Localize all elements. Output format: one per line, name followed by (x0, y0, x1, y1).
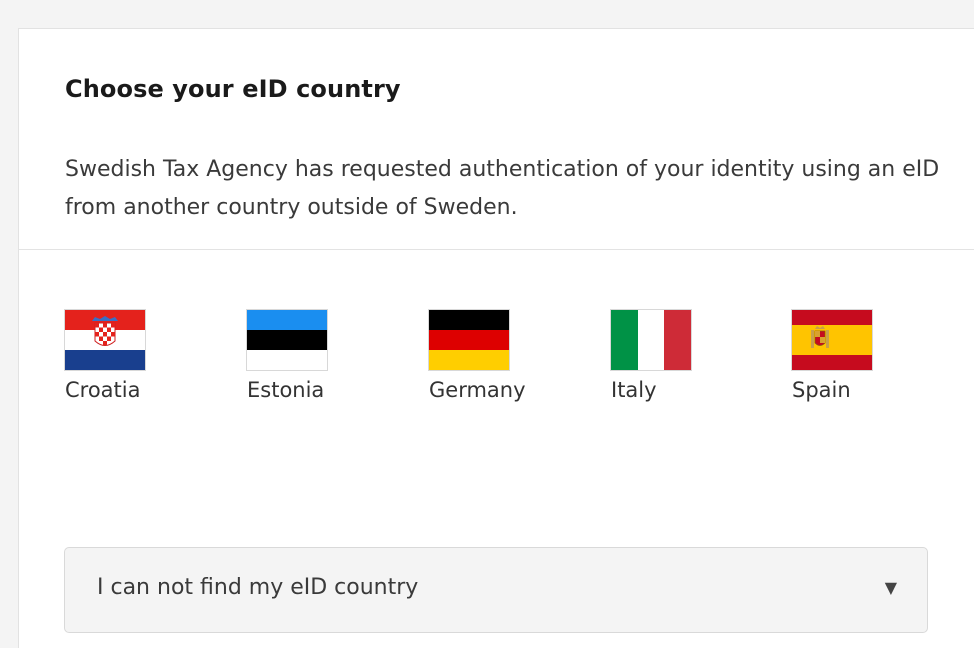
country-label: Croatia (65, 378, 141, 402)
germany-flag-icon (429, 310, 509, 370)
croatia-flag-icon (65, 310, 145, 370)
italy-flag-icon (611, 310, 691, 370)
dropdown-label: I can not find my eID country (97, 575, 419, 600)
country-label: Italy (611, 378, 657, 402)
eid-country-card: Choose your eID country Swedish Tax Agen… (18, 28, 974, 648)
country-option-croatia[interactable]: Croatia (65, 310, 145, 402)
country-option-spain[interactable]: Spain (792, 310, 872, 402)
caret-down-icon: ▼ (884, 578, 897, 597)
spain-flag-icon (792, 310, 872, 370)
cannot-find-country-dropdown[interactable]: I can not find my eID country ▼ (64, 547, 928, 633)
page-title: Choose your eID country (65, 75, 401, 103)
country-option-germany[interactable]: Germany (429, 310, 526, 402)
country-option-estonia[interactable]: Estonia (247, 310, 327, 402)
country-label: Spain (792, 378, 851, 402)
country-option-italy[interactable]: Italy (611, 310, 691, 402)
country-label: Germany (429, 378, 526, 402)
estonia-flag-icon (247, 310, 327, 370)
description-text: Swedish Tax Agency has requested authent… (65, 157, 940, 220)
card-header: Choose your eID country Swedish Tax Agen… (19, 29, 974, 250)
country-label: Estonia (247, 378, 325, 402)
